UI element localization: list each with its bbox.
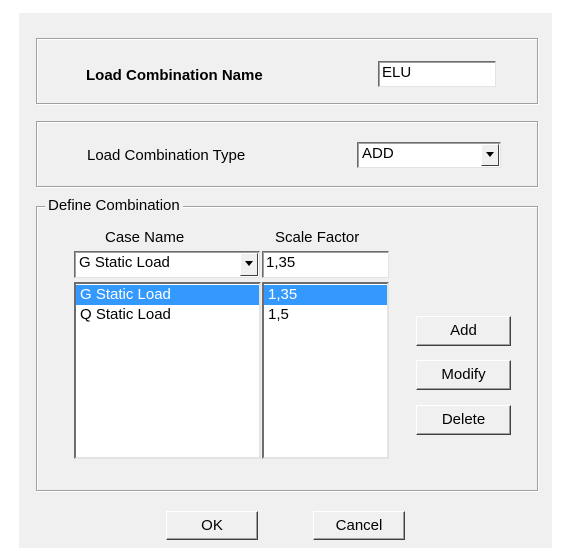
define-combination-group: Define Combination Case Name Scale Facto…: [36, 197, 538, 491]
delete-button[interactable]: Delete: [416, 405, 511, 435]
combination-type-label: Load Combination Type: [87, 147, 246, 164]
combination-name-group: Load Combination Name ELU: [36, 38, 538, 104]
define-combination-legend: Define Combination: [45, 197, 183, 215]
list-item[interactable]: 1,5: [264, 305, 387, 325]
scale-factor-list[interactable]: 1,35 1,5: [262, 282, 389, 459]
add-button[interactable]: Add: [416, 316, 511, 346]
list-item[interactable]: G Static Load: [76, 285, 259, 305]
combination-type-group: Load Combination Type ADD: [36, 121, 538, 187]
chevron-down-icon[interactable]: [481, 144, 499, 166]
combination-type-select[interactable]: ADD: [357, 142, 501, 168]
combination-name-label: Load Combination Name: [86, 67, 263, 84]
ok-button[interactable]: OK: [166, 511, 258, 540]
combination-name-input[interactable]: ELU: [378, 61, 496, 87]
case-name-value: G Static Load: [79, 254, 170, 271]
case-name-select[interactable]: G Static Load: [74, 251, 260, 278]
load-combination-dialog: Load Combination Name ELU Load Combinati…: [19, 13, 552, 548]
list-item[interactable]: Q Static Load: [76, 305, 259, 325]
scale-factor-header: Scale Factor: [275, 229, 360, 246]
modify-button[interactable]: Modify: [416, 360, 511, 390]
list-item[interactable]: 1,35: [264, 285, 387, 305]
case-name-header: Case Name: [105, 229, 185, 246]
scale-factor-input[interactable]: 1,35: [262, 251, 389, 278]
case-name-list[interactable]: G Static Load Q Static Load: [74, 282, 261, 459]
cancel-button[interactable]: Cancel: [313, 511, 405, 540]
chevron-down-icon[interactable]: [240, 253, 258, 276]
combination-type-value: ADD: [362, 145, 394, 162]
